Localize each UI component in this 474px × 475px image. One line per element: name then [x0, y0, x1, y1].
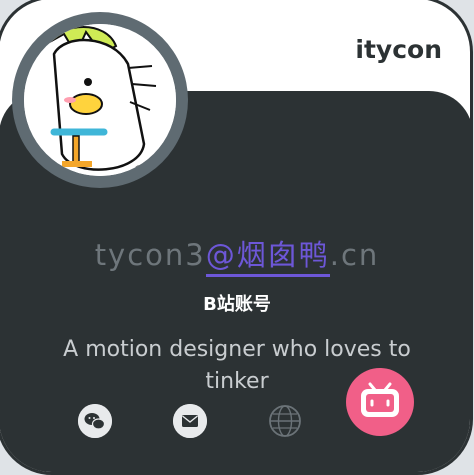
website-button[interactable]	[268, 404, 302, 438]
avatar-image	[24, 24, 176, 176]
globe-icon	[269, 405, 301, 437]
mail-icon	[173, 404, 207, 438]
duck-illustration	[24, 24, 176, 176]
domain-suffix: .cn	[329, 238, 380, 272]
wechat-icon	[78, 404, 112, 438]
bilibili-icon	[361, 382, 399, 417]
bilibili-button[interactable]	[346, 368, 414, 436]
domain-prefix: tycon3	[94, 238, 206, 272]
wechat-button[interactable]	[78, 404, 112, 438]
domain-middle: @烟囱鸭	[205, 238, 330, 277]
avatar-status-dot	[134, 165, 146, 176]
mail-button[interactable]	[173, 404, 207, 438]
username: itycon	[355, 35, 442, 64]
avatar[interactable]	[12, 12, 188, 188]
site-domain[interactable]: tycon3@烟囱鸭.cn	[0, 232, 474, 277]
account-label: B站账号	[203, 294, 271, 315]
